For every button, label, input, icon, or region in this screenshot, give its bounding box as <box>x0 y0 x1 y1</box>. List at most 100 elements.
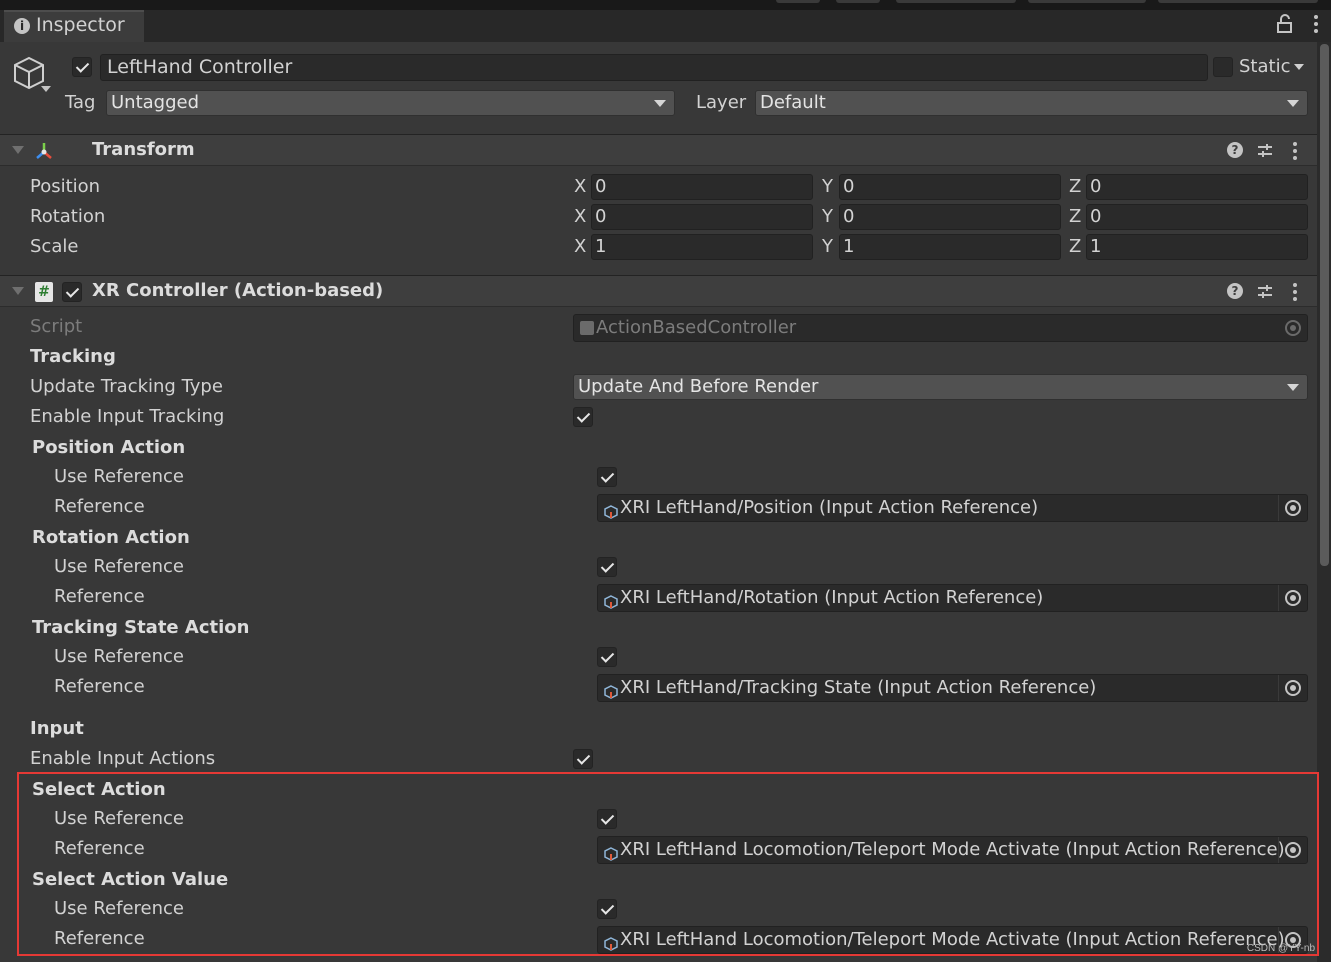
input-action-asset-icon <box>604 933 618 951</box>
script-field[interactable]: ActionBasedController <box>573 314 1308 342</box>
object-picker-icon[interactable] <box>1278 837 1307 863</box>
help-icon[interactable]: ? <box>1227 283 1243 299</box>
scale-y-field[interactable]: 1 <box>839 234 1061 260</box>
toolbar-button[interactable] <box>1028 0 1146 3</box>
static-dropdown-icon[interactable] <box>1294 64 1304 70</box>
position-use-reference-checkbox[interactable] <box>597 467 617 487</box>
rotation-use-reference-checkbox[interactable] <box>597 557 617 577</box>
lock-icon[interactable] <box>1275 14 1295 34</box>
axis-y-label[interactable]: Y <box>822 236 833 257</box>
use-reference-label: Use Reference <box>54 466 184 487</box>
enable-input-tracking-label: Enable Input Tracking <box>30 406 225 427</box>
input-header: Input <box>30 718 84 739</box>
toolbar-button[interactable] <box>896 0 1016 3</box>
scale-z-field[interactable]: 1 <box>1086 234 1308 260</box>
select-value-reference-value: XRI LeftHand Locomotion/Teleport Mode Ac… <box>620 929 1285 950</box>
component-menu-icon[interactable] <box>1290 280 1300 305</box>
object-picker-icon[interactable] <box>1278 675 1307 701</box>
update-tracking-type-label: Update Tracking Type <box>30 376 223 397</box>
object-picker-icon[interactable] <box>1278 585 1307 611</box>
select-action-header[interactable]: Select Action <box>32 779 166 800</box>
help-icon[interactable]: ? <box>1227 142 1243 158</box>
position-reference-field[interactable]: XRI LeftHand/Position (Input Action Refe… <box>597 494 1308 522</box>
tab-inspector[interactable]: i Inspector <box>4 10 144 42</box>
select-value-use-reference-checkbox[interactable] <box>597 899 617 919</box>
update-tracking-type-value: Update And Before Render <box>578 376 819 397</box>
axis-y-label[interactable]: Y <box>822 176 833 197</box>
position-z-field[interactable]: 0 <box>1086 174 1308 200</box>
update-tracking-type-dropdown[interactable]: Update And Before Render <box>573 374 1308 400</box>
foldout-arrow-icon[interactable] <box>12 146 24 154</box>
tag-dropdown[interactable]: Untagged <box>106 90 675 116</box>
reference-label: Reference <box>54 676 145 697</box>
axis-y-label[interactable]: Y <box>822 206 833 227</box>
transform-icon <box>34 141 54 161</box>
position-y-field[interactable]: 0 <box>839 174 1061 200</box>
axis-z-label[interactable]: Z <box>1069 236 1081 257</box>
select-reference-field[interactable]: XRI LeftHand Locomotion/Teleport Mode Ac… <box>597 836 1308 864</box>
rotation-reference-field[interactable]: XRI LeftHand/Rotation (Input Action Refe… <box>597 584 1308 612</box>
rotation-y-field[interactable]: 0 <box>839 204 1061 230</box>
reference-label: Reference <box>54 586 145 607</box>
layer-value: Default <box>760 92 826 113</box>
rotation-x-field[interactable]: 0 <box>591 204 813 230</box>
transform-header[interactable]: Transform ? <box>0 134 1317 166</box>
enable-input-actions-checkbox[interactable] <box>573 749 593 769</box>
xr-controller-header[interactable]: # XR Controller (Action-based) ? <box>0 275 1317 307</box>
position-label: Position <box>30 176 101 197</box>
input-action-asset-icon <box>604 501 618 519</box>
tag-value: Untagged <box>111 92 200 113</box>
static-checkbox[interactable] <box>1213 57 1233 77</box>
use-reference-label: Use Reference <box>54 556 184 577</box>
script-file-icon <box>580 321 594 335</box>
chevron-down-icon <box>1287 100 1299 107</box>
tracking-state-reference-field[interactable]: XRI LeftHand/Tracking State (Input Actio… <box>597 674 1308 702</box>
rotation-action-header[interactable]: Rotation Action <box>32 527 190 548</box>
rotation-reference-value: XRI LeftHand/Rotation (Input Action Refe… <box>620 587 1044 608</box>
select-use-reference-checkbox[interactable] <box>597 809 617 829</box>
select-value-reference-field[interactable]: XRI LeftHand Locomotion/Teleport Mode Ac… <box>597 926 1308 954</box>
use-reference-label: Use Reference <box>54 808 184 829</box>
toolbar-button[interactable] <box>836 0 880 3</box>
static-label[interactable]: Static <box>1239 56 1290 77</box>
layer-dropdown[interactable]: Default <box>755 90 1308 116</box>
object-name-field[interactable]: LeftHand Controller <box>100 54 1208 81</box>
position-action-header[interactable]: Position Action <box>32 437 185 458</box>
component-enabled-checkbox[interactable] <box>62 282 82 302</box>
window-top-strip <box>0 0 1331 10</box>
tag-label: Tag <box>65 92 96 113</box>
rotation-label: Rotation <box>30 206 106 227</box>
axis-x-label[interactable]: X <box>574 236 586 257</box>
rotation-z-field[interactable]: 0 <box>1086 204 1308 230</box>
foldout-arrow-icon[interactable] <box>12 287 24 295</box>
enable-input-actions-label: Enable Input Actions <box>30 748 216 769</box>
axis-z-label[interactable]: Z <box>1069 206 1081 227</box>
active-checkbox[interactable] <box>72 57 92 77</box>
tracking-state-use-reference-checkbox[interactable] <box>597 647 617 667</box>
tracking-state-action-header[interactable]: Tracking State Action <box>32 617 249 638</box>
object-picker-icon[interactable] <box>1279 315 1307 341</box>
tab-menu-icon[interactable] <box>1311 12 1321 37</box>
object-picker-icon[interactable] <box>1278 495 1307 521</box>
scale-x-field[interactable]: 1 <box>591 234 813 260</box>
axis-x-label[interactable]: X <box>574 206 586 227</box>
scale-label: Scale <box>30 236 79 257</box>
position-x-field[interactable]: 0 <box>591 174 813 200</box>
axis-x-label[interactable]: X <box>574 176 586 197</box>
component-menu-icon[interactable] <box>1290 139 1300 164</box>
select-action-value-header[interactable]: Select Action Value <box>32 869 228 890</box>
axis-z-label[interactable]: Z <box>1069 176 1081 197</box>
scrollbar-thumb[interactable] <box>1320 44 1329 566</box>
toolbar-button[interactable] <box>776 0 820 3</box>
preset-icon[interactable] <box>1256 283 1274 301</box>
reference-label: Reference <box>54 838 145 859</box>
toolbar-button[interactable] <box>1158 0 1318 3</box>
layer-label: Layer <box>696 92 747 113</box>
chevron-down-icon <box>1287 384 1299 391</box>
xr-controller-title: XR Controller (Action-based) <box>92 280 384 301</box>
reference-label: Reference <box>54 496 145 517</box>
script-value: ActionBasedController <box>596 317 797 338</box>
preset-icon[interactable] <box>1256 142 1274 160</box>
chevron-down-icon[interactable] <box>41 86 51 92</box>
enable-input-tracking-checkbox[interactable] <box>573 407 593 427</box>
